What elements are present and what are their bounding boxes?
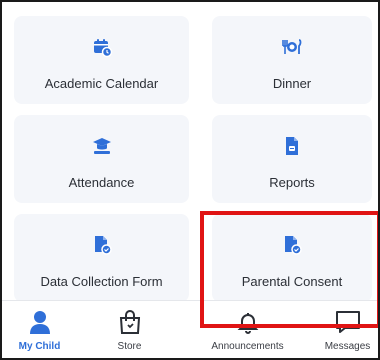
shopping-bag-icon <box>82 307 177 335</box>
tile-label: Academic Calendar <box>44 76 159 91</box>
tile-label: Data Collection Form <box>40 274 163 289</box>
tile-dinner[interactable]: Dinner <box>212 16 372 104</box>
tile-label: Dinner <box>272 76 312 91</box>
tile-attendance[interactable]: Attendance <box>14 115 189 203</box>
tile-label: Reports <box>269 175 315 190</box>
tile-label: Attendance <box>68 175 135 190</box>
tab-label: Store <box>117 341 142 352</box>
tile-reports[interactable]: Reports <box>212 115 372 203</box>
consent-document-icon <box>212 234 372 256</box>
tile-parental-consent[interactable]: Parental Consent <box>212 214 372 302</box>
calendar-icon <box>14 36 189 58</box>
dinner-icon <box>212 36 372 58</box>
tab-label: My Child <box>18 341 61 352</box>
app-screen: Academic Calendar Dinner Attendance Repo… <box>0 0 380 360</box>
bell-icon <box>200 307 295 335</box>
form-document-icon <box>14 234 189 256</box>
tab-label: Announcements <box>211 341 284 352</box>
tile-label: Parental Consent <box>241 274 343 289</box>
graduation-cap-icon <box>14 135 189 157</box>
message-icon <box>300 307 378 335</box>
tab-messages[interactable]: Messages <box>300 307 378 357</box>
tab-label: Messages <box>324 341 371 352</box>
tab-my-child[interactable]: My Child <box>2 307 87 357</box>
tile-data-collection-form[interactable]: Data Collection Form <box>14 214 189 302</box>
tab-announcements[interactable]: Announcements <box>200 307 295 357</box>
bottom-tab-bar: My Child Store Announcements Messages <box>2 300 378 358</box>
tab-store[interactable]: Store <box>82 307 177 357</box>
person-icon <box>2 307 87 335</box>
tile-academic-calendar[interactable]: Academic Calendar <box>14 16 189 104</box>
report-document-icon <box>212 135 372 157</box>
